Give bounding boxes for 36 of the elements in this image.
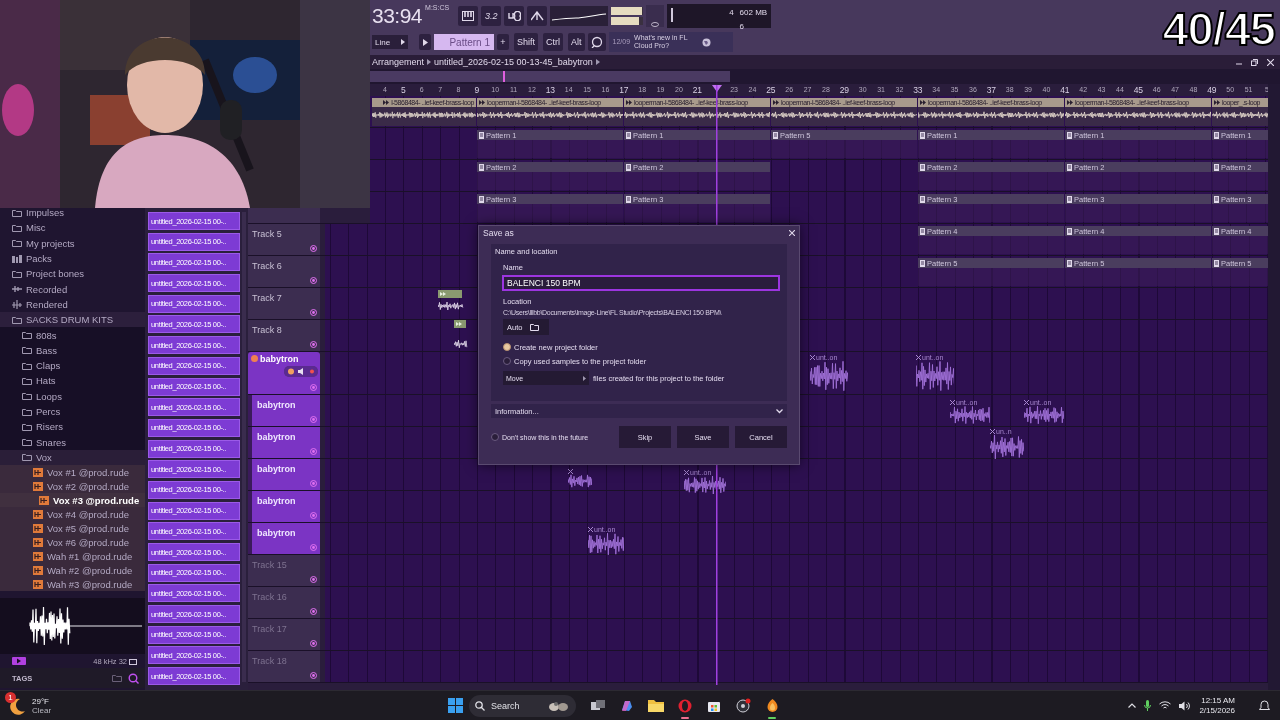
weather-condition: Clear	[32, 705, 52, 715]
bar-number: 17	[619, 85, 629, 95]
bar-number: 9	[474, 85, 480, 95]
memory-usage: 602 MB	[739, 8, 768, 17]
track-name: Track 7	[252, 293, 282, 303]
notification-badge: 1	[5, 691, 16, 703]
track-name: Track 6	[252, 261, 282, 271]
bar-number: 49	[1207, 85, 1217, 95]
track-name: babytron	[260, 354, 299, 364]
track-name: Track 16	[252, 592, 287, 602]
bar-number: 21	[692, 85, 703, 95]
bar-number: 29	[839, 85, 850, 95]
bar-number: 37	[986, 85, 997, 95]
track-name: Track 15	[252, 560, 287, 570]
track-name: babytron	[257, 496, 296, 506]
track-name: babytron	[257, 528, 296, 538]
track-name: Track 5	[252, 229, 282, 239]
bar-number: 41	[1060, 85, 1070, 95]
weather-temperature: 29°F	[32, 696, 50, 706]
track-name: babytron	[257, 432, 296, 442]
bar-number: 33	[913, 85, 923, 95]
track-name: Track 18	[252, 656, 287, 666]
song-time: 33:94	[372, 3, 423, 28]
track-name: Track 8	[252, 325, 282, 335]
track-name: babytron	[257, 464, 296, 474]
bar-number: 13	[545, 85, 556, 95]
track-name: Track 17	[252, 624, 287, 634]
bar-number: 45	[1133, 85, 1144, 95]
track-name: babytron	[257, 400, 296, 410]
polyphony-count: 6	[739, 21, 746, 31]
window-title: Arrangement	[372, 57, 425, 67]
bar-number: 25	[766, 85, 776, 95]
dialog-title: Save as	[483, 228, 514, 238]
voice-count: 4	[729, 8, 734, 17]
stream-counter: 40/45	[1162, 1, 1275, 56]
bar-number: 5	[401, 85, 406, 95]
